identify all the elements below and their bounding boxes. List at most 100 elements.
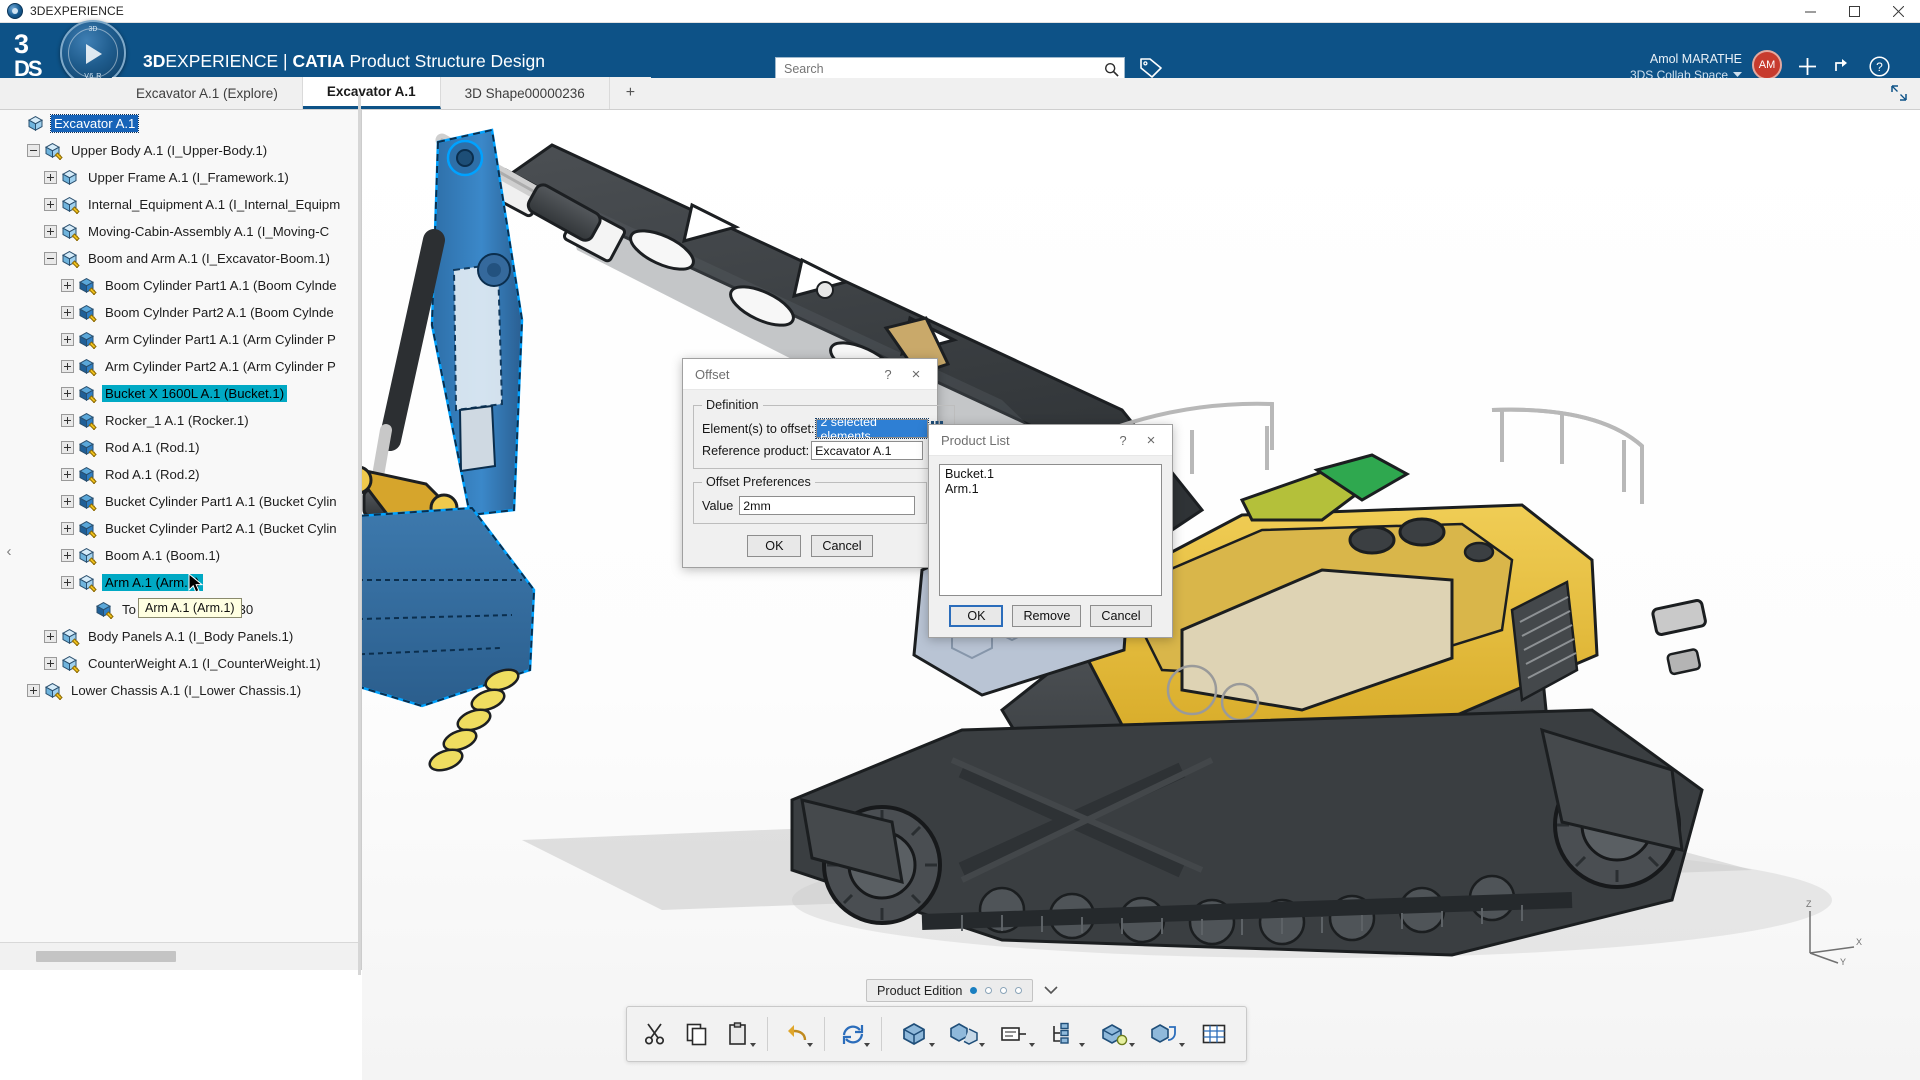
offset-dialog-titlebar[interactable]: Offset ? × (683, 359, 937, 390)
tree-node[interactable]: Boom A.1 (Boom.1) (0, 542, 361, 569)
close-icon[interactable]: × (1136, 432, 1166, 449)
help-icon[interactable]: ? (1110, 433, 1136, 448)
status-dot-2[interactable] (985, 987, 993, 994)
tree-node[interactable]: Boom and Arm A.1 (I_Excavator-Boom.1) (0, 245, 361, 272)
elements-field[interactable]: 2 selected elements (815, 415, 930, 443)
tree-node[interactable]: Rod A.1 (Rod.1) (0, 434, 361, 461)
expand-icon[interactable] (61, 521, 75, 536)
grid-button[interactable] (1190, 1011, 1238, 1057)
expand-icon[interactable] (61, 548, 75, 563)
chevron-down-icon[interactable] (1040, 979, 1062, 1002)
tree-node[interactable]: Lower Chassis A.1 (I_Lower Chassis.1) (0, 677, 361, 704)
tree-node[interactable]: Excavator A.1 (0, 110, 361, 137)
offset-ok-button[interactable]: OK (747, 535, 802, 557)
paste-button[interactable] (719, 1011, 759, 1057)
expand-icon[interactable] (61, 413, 75, 428)
new-tab-button[interactable]: + (609, 77, 652, 109)
tree-node[interactable]: Upper Frame A.1 (I_Framework.1) (0, 164, 361, 191)
tab-3dshape[interactable]: 3D Shape00000236 (440, 77, 610, 109)
product-list-dialog[interactable]: Product List ? × Bucket.1 Arm.1 OK Remove… (928, 424, 1173, 638)
expand-icon[interactable] (61, 494, 75, 509)
close-icon[interactable] (1876, 0, 1920, 23)
panel-divider[interactable] (358, 95, 361, 975)
scrollbar-thumb[interactable] (36, 951, 176, 962)
annotation-button[interactable] (990, 1011, 1038, 1057)
value-input[interactable]: 2mm (739, 496, 916, 515)
expand-icon[interactable] (44, 224, 58, 239)
share-icon[interactable] (1828, 51, 1858, 81)
offset-cancel-button[interactable]: Cancel (811, 535, 873, 557)
action-bar[interactable] (626, 1006, 1247, 1062)
expand-icon[interactable] (61, 332, 75, 347)
avatar[interactable]: AM (1752, 50, 1782, 80)
product-list-ok-button[interactable]: OK (949, 605, 1004, 627)
expand-icon[interactable] (44, 170, 58, 185)
tab-excavator[interactable]: Excavator A.1 (302, 77, 441, 109)
3ds-logo[interactable]: 3 DS (14, 31, 52, 80)
reference-field[interactable]: Excavator A.1 (811, 441, 924, 460)
pattern-button[interactable] (1140, 1011, 1188, 1057)
plus-icon[interactable] (1792, 51, 1822, 81)
list-item[interactable]: Bucket.1 (944, 467, 1157, 482)
expand-icon[interactable] (61, 467, 75, 482)
product-listbox[interactable]: Bucket.1 Arm.1 (939, 464, 1162, 596)
product-list-titlebar[interactable]: Product List ? × (929, 425, 1172, 456)
status-badge[interactable]: Product Edition (866, 979, 1034, 1002)
tree-node[interactable]: Moving-Cabin-Assembly A.1 (I_Moving-C (0, 218, 361, 245)
tree-node[interactable]: Bucket Cylinder Part1 A.1 (Bucket Cylin (0, 488, 361, 515)
horizontal-scrollbar[interactable] (0, 942, 361, 970)
collapse-icon[interactable] (44, 251, 58, 266)
tree-node[interactable]: Bucket Cylinder Part2 A.1 (Bucket Cylin (0, 515, 361, 542)
expand-icon[interactable] (44, 629, 58, 644)
help-icon[interactable]: ? (875, 367, 901, 382)
offset-dialog[interactable]: Offset ? × Definition Element(s) to offs… (682, 358, 956, 568)
tree-node[interactable]: Arm A.1 (Arm.1) (0, 569, 361, 596)
collapse-panel-handle[interactable]: ‹ (2, 540, 16, 562)
tab-excavator-explore[interactable]: Excavator A.1 (Explore) (112, 77, 303, 109)
tree-node[interactable]: Rod A.1 (Rod.2) (0, 461, 361, 488)
specification-tree-panel[interactable]: Excavator A.1 Upper Body A.1 (I_Upper-Bod… (0, 110, 362, 970)
tree-node[interactable]: Arm Cylinder Part1 A.1 (Arm Cylinder P (0, 326, 361, 353)
search-icon[interactable] (1098, 62, 1124, 77)
expand-icon[interactable] (61, 278, 75, 293)
undo-button[interactable] (776, 1011, 816, 1057)
collapse-icon[interactable] (27, 143, 41, 158)
expand-icon[interactable] (44, 656, 58, 671)
copy-button[interactable] (677, 1011, 717, 1057)
tree-node[interactable]: CounterWeight A.1 (I_CounterWeight.1) (0, 650, 361, 677)
tree-node[interactable]: Body Panels A.1 (I_Body Panels.1) (0, 623, 361, 650)
tree-node[interactable]: Upper Body A.1 (I_Upper-Body.1) (0, 137, 361, 164)
maximize-icon[interactable] (1832, 0, 1876, 23)
minimize-icon[interactable] (1788, 0, 1832, 23)
status-dot-4[interactable] (1015, 987, 1023, 994)
specification-tree[interactable]: Excavator A.1 Upper Body A.1 (I_Upper-Bod… (0, 110, 361, 942)
user-name: Amol MARATHE (1649, 52, 1742, 66)
expand-icon[interactable] (61, 386, 75, 401)
search-input[interactable] (776, 58, 1098, 80)
expand-icon[interactable] (44, 197, 58, 212)
tree-node[interactable]: Arm Cylinder Part2 A.1 (Arm Cylinder P (0, 353, 361, 380)
product-list-remove-button[interactable]: Remove (1012, 605, 1082, 627)
measure-button[interactable] (1090, 1011, 1138, 1057)
tree-node[interactable]: Bucket X 1600L A.1 (Bucket.1) (0, 380, 361, 407)
expand-icon[interactable] (61, 575, 75, 590)
structure-button[interactable] (1040, 1011, 1088, 1057)
tree-node[interactable]: Boom Cylnder Part2 A.1 (Boom Cylnde (0, 299, 361, 326)
expand-panel-icon[interactable] (1888, 83, 1910, 103)
product-list-cancel-button[interactable]: Cancel (1090, 605, 1152, 627)
expand-icon[interactable] (27, 683, 41, 698)
close-icon[interactable]: × (901, 366, 931, 383)
insert-product-button[interactable] (940, 1011, 988, 1057)
insert-component-button[interactable] (890, 1011, 938, 1057)
expand-icon[interactable] (61, 359, 75, 374)
tree-node[interactable]: Internal_Equipment A.1 (I_Internal_Equip… (0, 191, 361, 218)
expand-icon[interactable] (61, 440, 75, 455)
tree-node[interactable]: Rocker_1 A.1 (Rocker.1) (0, 407, 361, 434)
status-dot-1[interactable] (970, 987, 978, 994)
status-dot-3[interactable] (1000, 987, 1008, 994)
list-item[interactable]: Arm.1 (944, 482, 1157, 497)
cut-button[interactable] (635, 1011, 675, 1057)
tree-node[interactable]: Boom Cylinder Part1 A.1 (Boom Cylnde (0, 272, 361, 299)
expand-icon[interactable] (61, 305, 75, 320)
update-button[interactable] (833, 1011, 873, 1057)
